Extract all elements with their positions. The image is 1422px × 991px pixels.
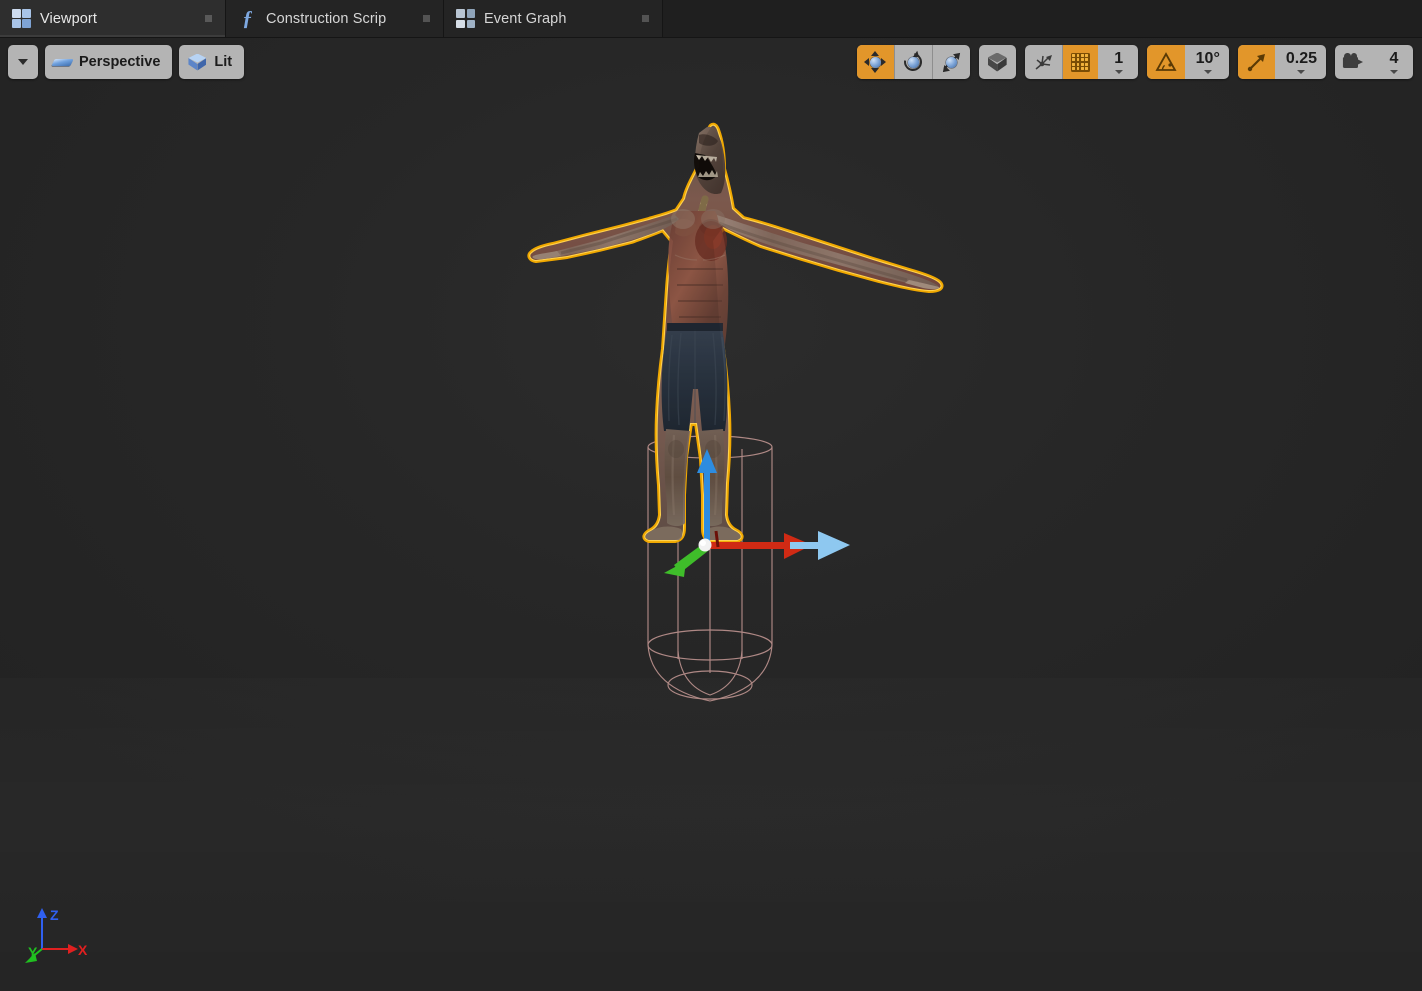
tab-viewport-label: Viewport <box>40 10 97 27</box>
tab-event-graph-close-icon[interactable] <box>638 12 652 26</box>
viewport-toolbar-left: Perspective Lit <box>8 45 245 79</box>
blueprint-editor-window: Viewport ƒ Construction Scrip Event Grap… <box>0 0 1422 991</box>
scale-snap-value[interactable]: 0.25 <box>1275 45 1326 79</box>
rotate-gizmo-icon <box>900 49 926 75</box>
tab-construction-script-close-icon[interactable] <box>419 12 433 26</box>
collision-capsule-wireframe <box>645 433 775 713</box>
world-space-button[interactable] <box>979 45 1016 79</box>
tab-viewport[interactable]: Viewport <box>0 0 226 37</box>
camera-speed-value-text: 4 <box>1389 49 1399 67</box>
scale-snap-icon <box>1246 52 1267 73</box>
surface-snap-button[interactable] <box>1025 45 1062 79</box>
scene-content: Z X Y <box>0 38 1422 991</box>
world-cube-icon <box>987 52 1008 73</box>
surface-snap-icon <box>1033 52 1054 73</box>
scale-snap-group: 0.25 <box>1237 45 1326 79</box>
camera-speed-value[interactable]: 4 <box>1373 45 1413 79</box>
tab-event-graph-label: Event Graph <box>484 10 567 27</box>
chevron-down-icon <box>1390 69 1398 74</box>
chevron-down-icon <box>1114 69 1123 74</box>
movie-camera-icon <box>1342 53 1367 71</box>
axis-label-x: X <box>78 942 88 958</box>
translate-gizmo-icon <box>864 51 887 73</box>
angle-snap-button[interactable] <box>1146 45 1185 79</box>
viewport-grid-icon <box>12 9 31 28</box>
snap-group: 1 <box>1024 45 1138 79</box>
viewport-options-menu-button[interactable] <box>8 45 38 79</box>
viewport-floor-haze <box>0 678 1422 991</box>
selected-character-mesh <box>527 123 957 558</box>
event-graph-icon <box>456 9 475 28</box>
axis-label-z: Z <box>50 907 59 923</box>
axis-label-y: Y <box>28 944 38 960</box>
tab-bar-filler <box>663 0 1422 37</box>
transform-mode-group <box>856 45 970 79</box>
rotate-mode-button[interactable] <box>893 45 932 79</box>
grid-snap-icon <box>1070 52 1090 72</box>
perspective-slab-icon <box>53 53 72 72</box>
angle-snap-value-text: 10° <box>1195 49 1220 67</box>
shading-mode-button[interactable]: Lit <box>179 45 245 79</box>
view-mode-label: Perspective <box>79 54 161 70</box>
view-mode-button[interactable]: Perspective <box>45 45 173 79</box>
scale-snap-value-text: 0.25 <box>1285 49 1317 67</box>
chevron-down-icon <box>1203 69 1212 74</box>
tab-construction-script-label: Construction Scrip <box>266 10 387 27</box>
function-fx-icon: ƒ <box>242 6 253 30</box>
scale-mode-button[interactable] <box>931 45 970 79</box>
viewport-toolbar-right: 1 10° 0.25 4 <box>856 45 1413 79</box>
grid-snap-value-text: 1 <box>1114 49 1124 67</box>
grid-snap-button[interactable] <box>1061 45 1098 79</box>
tab-construction-script[interactable]: ƒ Construction Scrip <box>226 0 444 37</box>
tab-viewport-close-icon[interactable] <box>201 12 215 26</box>
editor-tab-bar: Viewport ƒ Construction Scrip Event Grap… <box>0 0 1422 38</box>
angle-snap-group: 10° <box>1146 45 1229 79</box>
viewport-3d-canvas[interactable]: Z X Y Perspective Lit 1 10° 0.25 4 <box>0 38 1422 991</box>
scale-snap-button[interactable] <box>1237 45 1275 79</box>
grid-snap-value[interactable]: 1 <box>1098 45 1138 79</box>
camera-speed-button[interactable] <box>1335 45 1373 79</box>
lit-cube-icon <box>187 52 207 72</box>
translate-gizmo[interactable] <box>650 443 860 583</box>
translate-mode-button[interactable] <box>856 45 894 79</box>
viewport-axis-indicator: Z X Y <box>16 903 96 973</box>
scale-gizmo-icon <box>939 49 963 75</box>
angle-snap-icon <box>1155 52 1177 72</box>
caret-down-icon <box>18 59 28 65</box>
camera-speed-group: 4 <box>1335 45 1413 79</box>
shading-mode-label: Lit <box>214 54 233 70</box>
coordinate-system-group <box>978 45 1016 79</box>
tab-event-graph[interactable]: Event Graph <box>444 0 663 37</box>
angle-snap-value[interactable]: 10° <box>1185 45 1229 79</box>
chevron-down-icon <box>1297 69 1306 74</box>
